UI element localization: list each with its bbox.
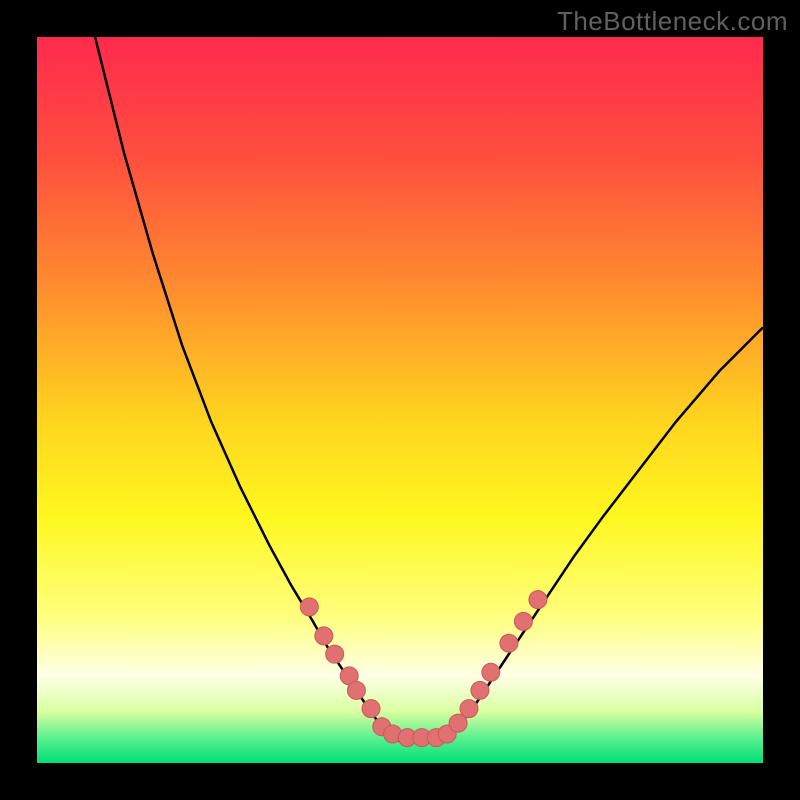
marker-dot	[514, 612, 532, 630]
marker-dot	[300, 598, 318, 616]
chart-stage: { "watermark": "TheBottleneck.com", "col…	[0, 0, 800, 800]
marker-dot	[315, 627, 333, 645]
watermark-text: TheBottleneck.com	[557, 6, 788, 37]
marker-dot	[500, 634, 518, 652]
marker-dot	[362, 700, 380, 718]
marker-dot	[482, 663, 500, 681]
marker-dot	[471, 681, 489, 699]
marker-dot	[460, 700, 478, 718]
marker-dot	[529, 591, 547, 609]
marker-dot	[347, 681, 365, 699]
marker-dot	[326, 645, 344, 663]
bottleneck-chart	[0, 0, 800, 800]
gradient-background	[37, 37, 763, 763]
